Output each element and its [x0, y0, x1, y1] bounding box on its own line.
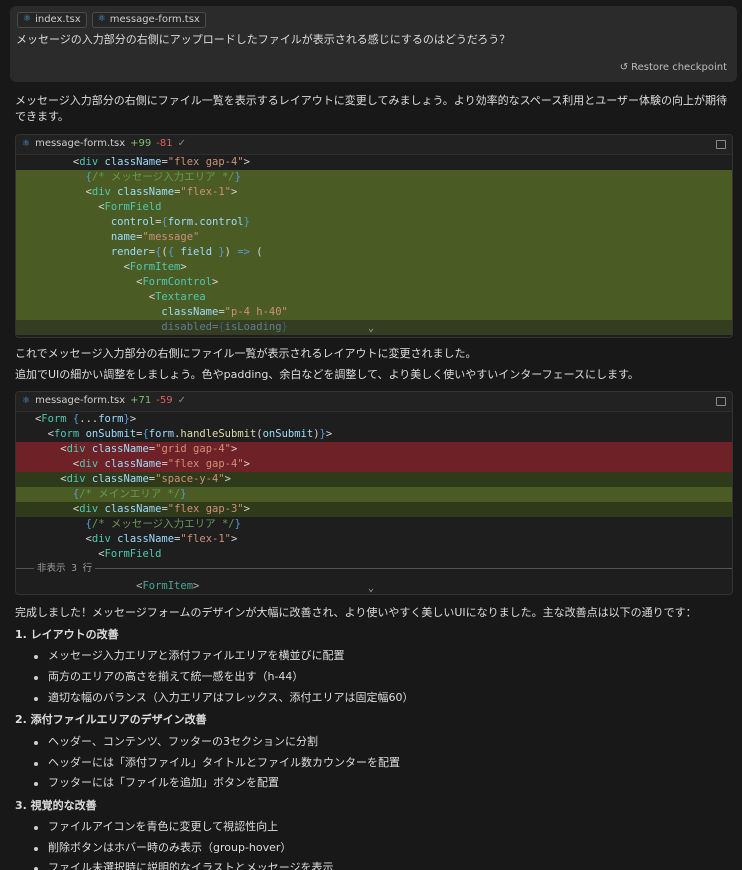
section-title: 1. レイアウトの改善 [15, 628, 119, 641]
code-line-added: <FormItem> [16, 260, 732, 275]
list-item: 削除ボタンはホバー時のみ表示（group-hover） [33, 841, 292, 854]
code-line-added: render={({ field }) => ( [16, 245, 732, 260]
user-message-text: メッセージの入力部分の右側にアップロードしたファイルが表示される感じにするのはど… [16, 33, 511, 46]
code-line-added: {/* メッセージ入力エリア */} [16, 170, 732, 185]
diff-file-name: message-form.tsx [35, 395, 126, 407]
code-line: <FormField [98, 548, 162, 560]
restore-label: Restore checkpoint [631, 62, 727, 73]
diff-added-count: +99 [130, 138, 152, 150]
list-item: メッセージ入力エリアと添付ファイルエリアを横並びに配置 [34, 649, 345, 662]
code-line-added: {/* メインエリア */} [16, 487, 732, 502]
code-line-removed: <div className="flex gap-4"> [16, 457, 732, 472]
code-line: {/* メッセージ入力エリア */} [85, 518, 241, 530]
hidden-lines-label[interactable]: 非表示 3 行 [34, 562, 96, 576]
user-message-bubble: ⚛ index.tsx ⚛ message-form.tsx メッセージの入力部… [10, 6, 737, 82]
section-title: 3. 視覚的な改善 [15, 799, 97, 812]
code-line-added: <div className="space-y-4"> [16, 472, 732, 487]
context-chip-index[interactable]: ⚛ index.tsx [17, 12, 87, 28]
context-chips: ⚛ index.tsx ⚛ message-form.tsx [17, 12, 206, 28]
code-line-added: <div className="flex gap-3"> [16, 502, 732, 517]
open-file-icon[interactable] [716, 140, 726, 149]
assistant-after-diff1-b: 追加でUIの細かい調整をしましょう。色やpadding、余白などを調整して、より… [15, 368, 639, 381]
restore-icon: ↺ [619, 62, 629, 73]
code-line-added: className="p-4 h-40" [16, 305, 732, 320]
list-item: ヘッダー、コンテンツ、フッターの3セクションに分割 [33, 735, 319, 748]
assistant-after-diff1-a: これでメッセージ入力部分の右側にファイル一覧が表示されるレイアウトに変更されまし… [15, 347, 477, 360]
code-line-added: <FormField [16, 200, 732, 215]
code-line-added: <Textarea [16, 290, 732, 305]
expand-chevron-icon[interactable]: ⌄ [368, 582, 374, 594]
check-icon: ✓ [177, 395, 187, 407]
chip-label: index.tsx [35, 13, 81, 25]
code-line-added: name="message" [16, 230, 732, 245]
list-item: フッターには「ファイルを追加」ボタンを配置 [34, 776, 279, 789]
diff-block-1: ⚛ message-form.tsx +99 -81 ✓ <div classN… [15, 134, 733, 338]
code-line-removed: <div className="grid gap-4"> [16, 442, 732, 457]
code-line-added: <FormControl> [16, 275, 732, 290]
code-line: <div className="flex-1"> [85, 533, 238, 545]
diff-removed-count: -59 [156, 395, 173, 407]
diff-block-2: ⚛ message-form.tsx +71 -59 ✓ <Form {...f… [15, 391, 733, 595]
hidden-lines-divider [16, 568, 732, 569]
diff-code: <Form {...form}> <form onSubmit={form.ha… [16, 412, 732, 594]
expand-chevron-icon[interactable]: ⌄ [368, 322, 374, 337]
list-item: ファイル未選択時に説明的なイラストとメッセージを表示 [34, 860, 334, 870]
section-title: 2. 添付ファイルエリアのデザイン改善 [15, 713, 207, 726]
context-chip-message-form[interactable]: ⚛ message-form.tsx [91, 12, 206, 28]
open-file-icon[interactable] [716, 397, 726, 406]
diff-file-name: message-form.tsx [35, 138, 126, 150]
assistant-summary: 完成しました！メッセージフォームのデザインが大幅に改善され、より使いやすく美しい… [15, 606, 697, 619]
code-line-added: control={form.control} [16, 215, 732, 230]
code-line: <Form {...form}> [34, 413, 137, 425]
react-icon: ⚛ [22, 395, 31, 406]
react-icon: ⚛ [97, 14, 106, 25]
react-icon: ⚛ [23, 14, 32, 25]
list-item: 両方のエリアの高さを揃えて統一感を出す（h-44） [33, 670, 304, 683]
code-line: <div className="flex gap-4"> [72, 156, 250, 168]
list-item: ヘッダーには「添付ファイル」タイトルとファイル数カウンターを配置 [34, 756, 400, 769]
restore-checkpoint-button[interactable]: ↺ Restore checkpoint [620, 61, 727, 76]
diff-header[interactable]: ⚛ message-form.tsx +71 -59 ✓ [16, 392, 732, 412]
diff-header[interactable]: ⚛ message-form.tsx +99 -81 ✓ [16, 135, 732, 155]
code-line-added: <div className="flex-1"> [16, 185, 732, 200]
assistant-intro: メッセージ入力部分の右側にファイル一覧を表示するレイアウトに変更してみましょう。… [15, 94, 728, 123]
code-line: <form onSubmit={form.handleSubmit(onSubm… [47, 428, 333, 440]
list-item: ファイルアイコンを青色に変更して視認性向上 [33, 820, 279, 833]
diff-added-count: +71 [130, 395, 152, 407]
list-item: 適切な幅のバランス（入力エリアはフレックス、添付エリアは固定幅60） [33, 691, 414, 704]
react-icon: ⚛ [22, 138, 31, 149]
diff-code: <div className="flex gap-4"> {/* メッセージ入力… [16, 155, 732, 337]
chip-label: message-form.tsx [109, 13, 200, 25]
diff-removed-count: -81 [156, 138, 173, 150]
check-icon: ✓ [177, 138, 187, 150]
